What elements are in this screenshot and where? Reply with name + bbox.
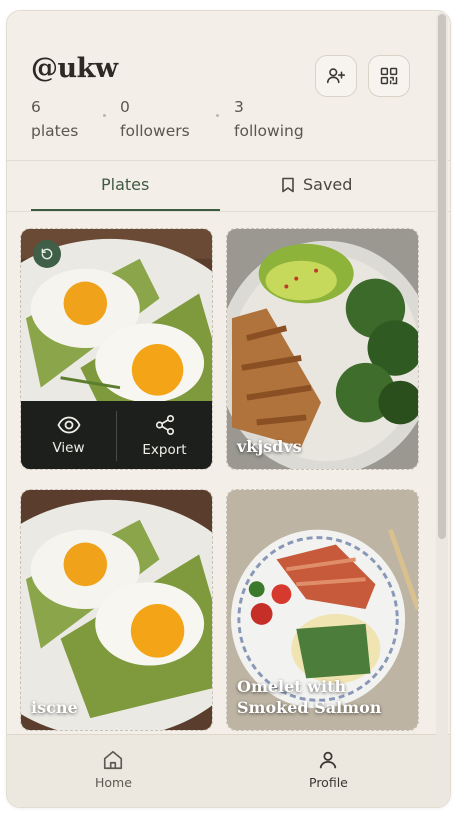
plate-photo: [21, 490, 212, 730]
plate-caption: vkjsdvs: [237, 437, 302, 456]
nav-label: Home: [95, 775, 132, 790]
home-icon: [104, 750, 123, 770]
tab-label: Saved: [303, 175, 353, 194]
scrollbar-thumb[interactable]: [438, 14, 446, 539]
stat-plates: 6 plates: [31, 95, 78, 143]
tab-saved[interactable]: Saved: [281, 175, 352, 194]
stat-label: plates: [31, 122, 79, 140]
plate-caption: Omelet with Smoked Salmon: [237, 677, 382, 717]
plate-card[interactable]: vkjsdvs: [226, 228, 419, 470]
stat-separator: [216, 114, 219, 117]
tab-label: Plates: [101, 175, 150, 194]
stat-value: 6: [31, 98, 41, 116]
bottom-navigation: Home Profile: [7, 734, 450, 807]
stat-value: 0: [120, 98, 130, 116]
stat-label: following: [234, 122, 304, 140]
header-divider: [7, 160, 450, 161]
plate-card[interactable]: iscne: [20, 489, 213, 731]
plate-caption: iscne: [31, 698, 78, 717]
eye-icon: [56, 416, 81, 434]
qr-code-icon: [380, 67, 398, 85]
plate-card[interactable]: Omelet with Smoked Salmon: [226, 489, 419, 731]
export-button[interactable]: Export: [117, 401, 212, 469]
export-label: Export: [142, 442, 187, 458]
scrollbar[interactable]: [436, 12, 448, 802]
plate-action-overlay: View Export: [21, 401, 212, 469]
stat-value: 3: [234, 98, 244, 116]
tab-plates[interactable]: Plates: [101, 175, 149, 194]
profile-screen: @ukw 6 plates 0 followers 3 following Pl…: [6, 10, 451, 808]
regenerate-button[interactable]: [33, 240, 61, 268]
nav-label: Profile: [309, 775, 348, 790]
nav-home[interactable]: Home: [95, 749, 132, 790]
plate-photo: [227, 229, 418, 469]
user-plus-icon: [326, 68, 346, 84]
stat-following[interactable]: 3 following: [234, 95, 304, 143]
profile-handle: @ukw: [31, 53, 118, 84]
stat-followers[interactable]: 0 followers: [120, 95, 190, 143]
person-icon: [320, 751, 337, 769]
qr-code-button[interactable]: [368, 55, 410, 97]
stat-label: followers: [120, 122, 190, 140]
stat-separator: [103, 114, 106, 117]
refresh-icon: [41, 248, 53, 260]
add-friend-button[interactable]: [315, 55, 357, 97]
share-icon: [155, 415, 174, 435]
nav-profile[interactable]: Profile: [309, 749, 348, 790]
tabs-divider: [7, 211, 450, 212]
plate-card[interactable]: View Export: [20, 228, 213, 470]
bookmark-icon: [282, 177, 294, 192]
view-label: View: [52, 440, 85, 456]
view-button[interactable]: View: [21, 401, 116, 469]
